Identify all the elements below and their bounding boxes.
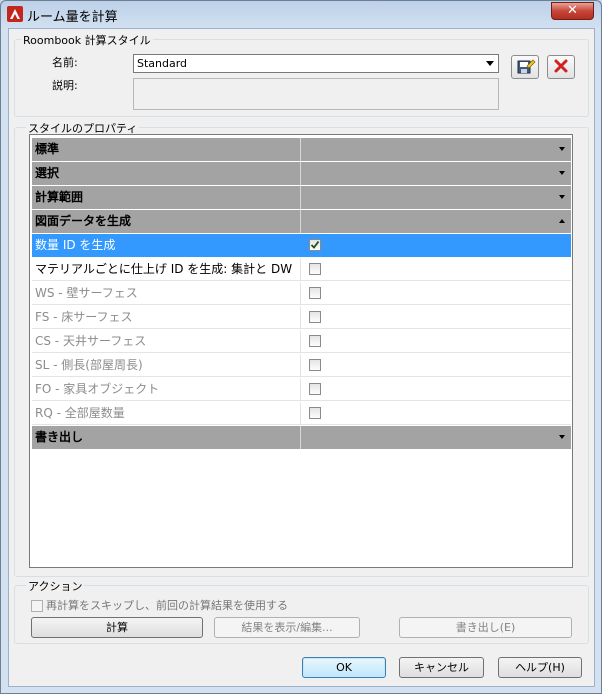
edit-style-icon <box>517 59 536 74</box>
property-row[interactable]: FS - 床サーフェス <box>32 306 571 329</box>
property-checkbox[interactable] <box>309 407 321 419</box>
category-row-calc-range[interactable]: 計算範囲 <box>32 186 571 209</box>
help-button[interactable]: ヘルプ(H) <box>498 657 582 678</box>
category-label: 計算範囲 <box>32 186 301 209</box>
skip-recalc-label: 再計算をスキップし、前回の計算結果を使用する <box>46 599 288 612</box>
property-value <box>301 354 571 377</box>
chevron-down-icon <box>559 435 565 439</box>
close-button[interactable]: ✕ <box>551 2 594 20</box>
property-checkbox[interactable] <box>309 359 321 371</box>
dialog-window: ルーム量を計算 ✕ Roombook 計算スタイル 名前: Standard 説… <box>0 0 602 694</box>
property-value <box>301 402 571 425</box>
property-value <box>301 258 571 281</box>
autocad-logo-icon <box>7 6 23 22</box>
title-bar[interactable]: ルーム量を計算 ✕ <box>1 1 601 27</box>
property-label: FO - 家具オブジェクト <box>32 378 301 401</box>
category-label: 選択 <box>32 162 301 185</box>
chevron-down-icon <box>486 61 494 66</box>
style-name-dropdown[interactable]: Standard <box>133 54 499 73</box>
property-label: 数量 ID を生成 <box>32 234 301 257</box>
property-row[interactable]: SL - 側長(部屋周長) <box>32 354 571 377</box>
property-checkbox[interactable] <box>309 335 321 347</box>
chevron-down-icon <box>559 171 565 175</box>
property-row[interactable]: RQ - 全部屋数量 <box>32 402 571 425</box>
style-group-label: Roombook 計算スタイル <box>21 32 153 48</box>
window-title: ルーム量を計算 <box>27 10 118 25</box>
calculate-button[interactable]: 計算 <box>31 617 203 638</box>
property-checkbox[interactable] <box>309 263 321 275</box>
property-value <box>301 306 571 329</box>
ok-button[interactable]: OK <box>302 657 386 678</box>
property-checkbox[interactable] <box>309 287 321 299</box>
chevron-down-icon <box>559 195 565 199</box>
property-value <box>301 234 571 257</box>
property-value <box>301 330 571 353</box>
category-label: 図面データを生成 <box>32 210 301 233</box>
category-label: 書き出し <box>32 426 301 449</box>
category-label: 標準 <box>32 138 301 161</box>
description-field[interactable] <box>133 78 499 110</box>
property-row[interactable]: WS - 壁サーフェス <box>32 282 571 305</box>
show-edit-results-button[interactable]: 結果を表示/編集... <box>214 617 360 638</box>
property-label: WS - 壁サーフェス <box>32 282 301 305</box>
category-toggle[interactable] <box>301 426 571 449</box>
category-toggle[interactable] <box>301 186 571 209</box>
property-label: マテリアルごとに仕上げ ID を生成: 集計と DW <box>32 258 301 281</box>
property-label: SL - 側長(部屋周長) <box>32 354 301 377</box>
skip-recalc-checkbox[interactable] <box>31 600 43 612</box>
category-row-selection[interactable]: 選択 <box>32 162 571 185</box>
edit-style-button[interactable] <box>511 55 539 79</box>
property-row[interactable]: CS - 天井サーフェス <box>32 330 571 353</box>
property-checkbox[interactable] <box>309 383 321 395</box>
category-toggle[interactable] <box>301 138 571 161</box>
property-value <box>301 378 571 401</box>
actions-group-label: アクション <box>26 578 85 594</box>
checkmark-icon <box>310 240 320 249</box>
category-row-generate-drawing-data[interactable]: 図面データを生成 <box>32 210 571 233</box>
delete-icon <box>554 59 568 73</box>
chevron-up-icon <box>559 219 565 223</box>
description-label: 説明: <box>52 79 78 92</box>
category-toggle[interactable] <box>301 210 571 233</box>
property-checkbox[interactable] <box>309 239 321 251</box>
property-value <box>301 282 571 305</box>
delete-style-button[interactable] <box>547 55 575 79</box>
close-icon: ✕ <box>567 3 578 18</box>
name-label: 名前: <box>52 56 78 69</box>
export-button[interactable]: 書き出し(E) <box>399 617 572 638</box>
property-grid: 標準 選択 計算範囲 図面データを生成 数量 ID を生成 マテリアルごとに仕上… <box>29 134 573 568</box>
property-label: RQ - 全部屋数量 <box>32 402 301 425</box>
property-checkbox[interactable] <box>309 311 321 323</box>
style-name-value: Standard <box>137 57 188 70</box>
cancel-button[interactable]: キャンセル <box>399 657 484 678</box>
category-row-standard[interactable]: 標準 <box>32 138 571 161</box>
category-toggle[interactable] <box>301 162 571 185</box>
property-label: FS - 床サーフェス <box>32 306 301 329</box>
property-label: CS - 天井サーフェス <box>32 330 301 353</box>
property-row[interactable]: マテリアルごとに仕上げ ID を生成: 集計と DW <box>32 258 571 281</box>
category-row-export[interactable]: 書き出し <box>32 426 571 449</box>
chevron-down-icon <box>559 147 565 151</box>
property-row[interactable]: 数量 ID を生成 <box>32 234 571 257</box>
property-row[interactable]: FO - 家具オブジェクト <box>32 378 571 401</box>
dialog-client: Roombook 計算スタイル 名前: Standard 説明: スタイルのプロ… <box>8 28 595 687</box>
